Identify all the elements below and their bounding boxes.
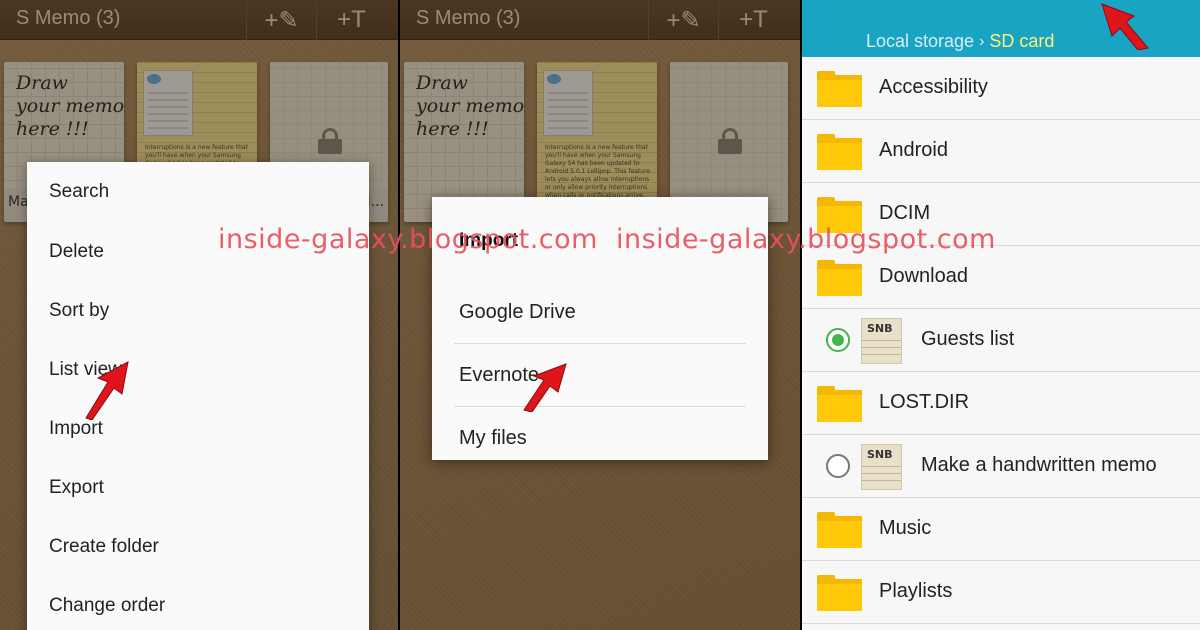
folder-row-accessibility[interactable]: Accessibility: [802, 57, 1200, 120]
chevron-right-icon: ›: [979, 32, 985, 50]
pointer-arrow-icon: [523, 363, 567, 412]
menu-item-import[interactable]: Import: [27, 399, 369, 458]
menu-item-change-order[interactable]: Change order: [27, 576, 369, 630]
folder-row-music[interactable]: Music: [802, 498, 1200, 561]
file-name: Guests list: [921, 328, 1015, 350]
watermark-text: inside-galaxy.blogspot.com: [616, 224, 996, 255]
folder-name: Music: [879, 517, 932, 539]
folder-row-playlists[interactable]: Playlists: [802, 561, 1200, 624]
breadcrumb-sd-card[interactable]: SD card: [989, 31, 1054, 52]
menu-item-sort-by[interactable]: Sort by: [27, 281, 369, 340]
folder-row-android[interactable]: Android: [802, 120, 1200, 183]
file-picker-panel: Local storage › SD card Accessibility An…: [802, 0, 1200, 630]
folder-icon: [817, 512, 862, 548]
import-option-google-drive[interactable]: Google Drive: [454, 281, 746, 344]
file-name: Make a handwritten memo: [921, 454, 1157, 476]
menu-item-create-folder[interactable]: Create folder: [27, 517, 369, 576]
breadcrumb-local-storage[interactable]: Local storage: [866, 31, 974, 52]
folder-name: DCIM: [879, 202, 931, 224]
folder-name: Accessibility: [879, 76, 988, 98]
smemo-panel-import-dialog: S Memo (3) +✎ +T Draw your memo here !!!…: [400, 0, 800, 630]
menu-item-export[interactable]: Export: [27, 458, 369, 517]
import-option-evernote[interactable]: Evernote: [454, 344, 746, 407]
file-list: Accessibility Android DCIM Download SNB …: [802, 57, 1200, 624]
menu-item-list-view[interactable]: List view: [27, 340, 369, 399]
snb-file-icon: SNB: [861, 444, 902, 490]
file-row-guests-list[interactable]: SNB Guests list: [802, 309, 1200, 372]
folder-row-download[interactable]: Download: [802, 246, 1200, 309]
file-ext-label: SNB: [867, 322, 893, 335]
watermark-text: inside-galaxy.blogspot.com: [218, 224, 598, 255]
radio-selected[interactable]: [826, 328, 850, 352]
folder-name: Playlists: [879, 580, 953, 602]
pointer-arrow-icon: [1101, 3, 1149, 50]
folder-name: LOST.DIR: [879, 391, 970, 413]
file-ext-label: SNB: [867, 448, 893, 461]
folder-icon: [817, 575, 862, 611]
folder-icon: [817, 71, 862, 107]
folder-name: Android: [879, 139, 948, 161]
pointer-arrow-icon: [85, 361, 129, 420]
file-row-make-a-handwritten-memo[interactable]: SNB Make a handwritten memo: [802, 435, 1200, 498]
folder-name: Download: [879, 265, 968, 287]
menu-item-search[interactable]: Search: [27, 162, 369, 222]
folder-icon: [817, 260, 862, 296]
folder-icon: [817, 134, 862, 170]
breadcrumb: Local storage › SD card: [866, 31, 1054, 52]
smemo-panel-menu: S Memo (3) +✎ +T Draw your memo here !!!…: [0, 0, 398, 630]
snb-file-icon: SNB: [861, 318, 902, 364]
radio-unselected[interactable]: [826, 454, 850, 478]
folder-icon: [817, 386, 862, 422]
folder-row-lost-dir[interactable]: LOST.DIR: [802, 372, 1200, 435]
import-option-my-files[interactable]: My files: [454, 407, 746, 470]
